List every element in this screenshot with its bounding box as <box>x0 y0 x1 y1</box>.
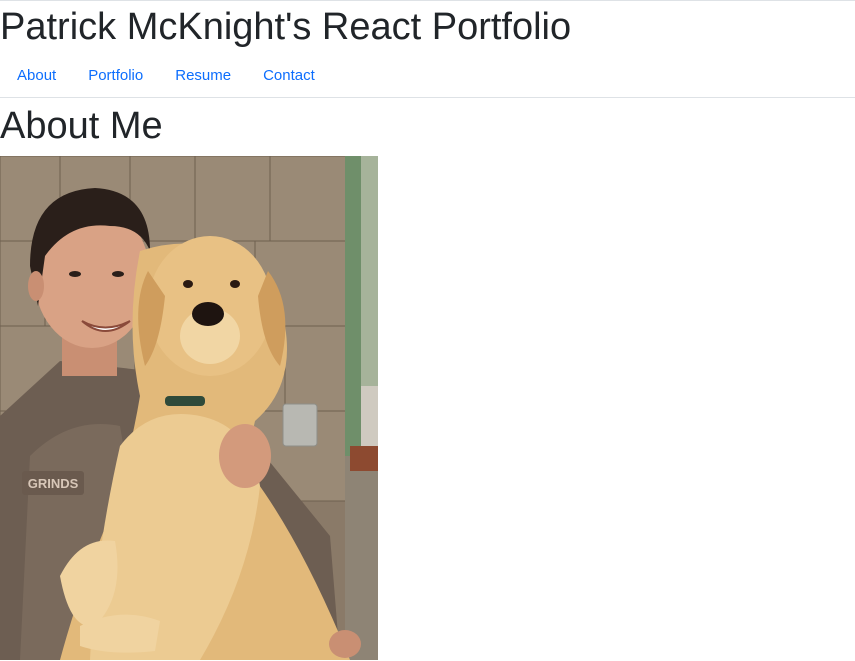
about-heading: About Me <box>0 105 163 147</box>
profile-photo: GRINDS <box>0 156 378 660</box>
profile-photo-illustration: GRINDS <box>0 156 378 660</box>
nav-link-about[interactable]: About <box>1 59 72 92</box>
site-title: Patrick McKnight's React Portfolio <box>0 6 572 48</box>
nav-link-contact[interactable]: Contact <box>247 59 331 92</box>
main-nav: About Portfolio Resume Contact <box>0 53 855 98</box>
page: Patrick McKnight's React Portfolio About… <box>0 0 855 661</box>
nav-link-portfolio[interactable]: Portfolio <box>72 59 159 92</box>
nav-link-resume[interactable]: Resume <box>159 59 247 92</box>
sweater-logo-text: GRINDS <box>28 476 79 491</box>
